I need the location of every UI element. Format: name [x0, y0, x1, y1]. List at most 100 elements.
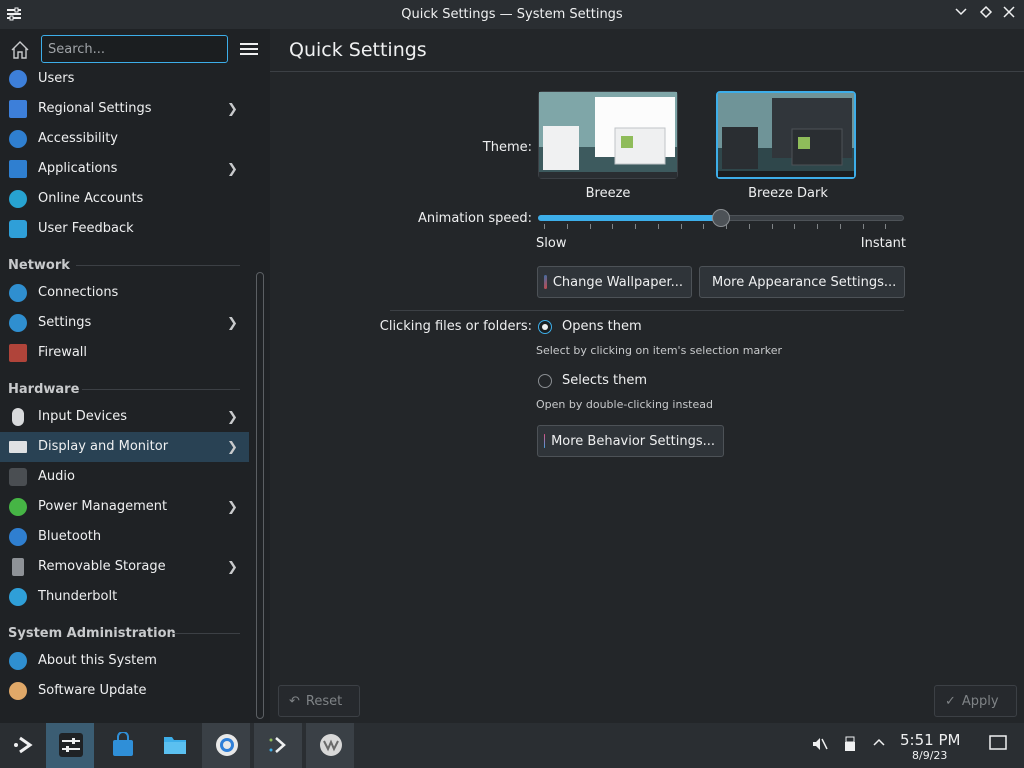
- menu-bar-icon: [240, 53, 258, 55]
- section-divider: [390, 310, 904, 311]
- sidebar-item-firewall[interactable]: Firewall: [0, 338, 249, 368]
- sidebar-item-users[interactable]: Users: [0, 64, 249, 94]
- taskbar-konsole[interactable]: [254, 723, 302, 768]
- clock-date[interactable]: 8/9/23: [912, 749, 947, 762]
- header-divider: [270, 71, 1024, 72]
- sidebar-item-bluetooth[interactable]: Bluetooth: [0, 522, 249, 552]
- accessibility-icon: [9, 130, 27, 148]
- taskbar-system-settings[interactable]: [46, 723, 94, 768]
- globe-icon: [9, 314, 27, 332]
- menu-bar-icon: [240, 48, 258, 50]
- breeze-dark-preview-thumbnail: [718, 93, 854, 177]
- animation-speed-label: Animation speed:: [417, 211, 532, 226]
- more-behavior-settings-button[interactable]: More Behavior Settings...: [537, 425, 724, 457]
- chevron-down-icon: [955, 8, 967, 16]
- sidebar-item-regional-settings[interactable]: Regional Settings ❯: [0, 94, 249, 124]
- settings-app-icon[interactable]: [6, 6, 22, 22]
- taskbar-browser[interactable]: [202, 723, 250, 768]
- clock-time[interactable]: 5:51 PM: [900, 731, 960, 749]
- change-wallpaper-button[interactable]: Change Wallpaper...: [537, 266, 692, 298]
- regional-icon: [9, 100, 27, 118]
- sidebar-scrollbar[interactable]: [256, 272, 264, 719]
- chevron-up-icon: [873, 738, 885, 746]
- slider-tick: [840, 224, 841, 229]
- minimize-button[interactable]: [951, 5, 971, 25]
- sidebar-item-applications[interactable]: Applications ❯: [0, 154, 249, 184]
- sidebar-item-about-this-system[interactable]: About this System: [0, 646, 249, 676]
- taskbar-discover[interactable]: [98, 723, 146, 768]
- sidebar-item-accessibility[interactable]: Accessibility: [0, 124, 249, 154]
- mouse-icon: [12, 408, 24, 426]
- main-content: Quick Settings Theme: Breeze Breeze Dark…: [270, 29, 1024, 723]
- thunderbolt-icon: [9, 588, 27, 606]
- chevron-right-icon: ❯: [227, 440, 238, 455]
- close-button[interactable]: [999, 5, 1019, 25]
- speaker-icon: [9, 468, 27, 486]
- checkmark-icon: ✓: [945, 693, 956, 709]
- sidebar-item-audio[interactable]: Audio: [0, 462, 249, 492]
- theme-name-breeze-dark: Breeze Dark: [748, 186, 828, 201]
- app-launcher-button[interactable]: [0, 723, 48, 768]
- terminal-icon: [269, 737, 286, 753]
- more-appearance-settings-button[interactable]: More Appearance Settings...: [699, 266, 905, 298]
- close-icon: [1003, 6, 1015, 18]
- usb-tray-icon[interactable]: [840, 735, 860, 755]
- usb-glyph: [845, 736, 855, 751]
- opens-them-label[interactable]: Opens them: [562, 319, 642, 334]
- slider-handle[interactable]: [712, 209, 730, 227]
- sidebar-item-power-management[interactable]: Power Management ❯: [0, 492, 249, 522]
- opens-them-radio[interactable]: [538, 320, 552, 334]
- chevron-right-icon: ❯: [227, 410, 238, 425]
- firewall-icon: [9, 344, 27, 362]
- section-divider: [172, 633, 240, 634]
- section-divider: [76, 265, 240, 266]
- bluetooth-icon: [9, 528, 27, 546]
- taskbar-file-manager[interactable]: [150, 723, 198, 768]
- opens-them-hint: Select by clicking on item's selection m…: [536, 344, 782, 357]
- maximize-button[interactable]: [976, 5, 996, 25]
- sidebar-item-thunderbolt[interactable]: Thunderbolt: [0, 582, 249, 612]
- theme-card-breeze[interactable]: [538, 91, 678, 179]
- home-icon[interactable]: [9, 39, 31, 61]
- slider-tick: [681, 224, 682, 229]
- sidebar-item-input-devices[interactable]: Input Devices ❯: [0, 402, 249, 432]
- sidebar-item-online-accounts[interactable]: Online Accounts: [0, 184, 249, 214]
- section-system-administration: System Administration: [8, 626, 176, 641]
- behavior-icon: [544, 434, 546, 448]
- sidebar-item-software-update[interactable]: Software Update: [0, 676, 249, 706]
- feedback-icon: [9, 220, 27, 238]
- window-title: Quick Settings — System Settings: [401, 7, 623, 22]
- tray-expand-button[interactable]: [869, 735, 889, 755]
- slider-min-label: Slow: [536, 236, 567, 251]
- hamburger-menu-button[interactable]: [240, 40, 258, 58]
- sidebar: Users Regional Settings ❯ Accessibility …: [0, 29, 270, 723]
- sidebar-item-user-feedback[interactable]: User Feedback: [0, 214, 249, 244]
- selects-them-label[interactable]: Selects them: [562, 373, 647, 388]
- browser-icon: [216, 734, 238, 756]
- system-settings-icon: [59, 733, 83, 757]
- slider-tick: [612, 224, 613, 229]
- slider-fill: [538, 215, 721, 221]
- sidebar-item-network-settings[interactable]: Settings ❯: [0, 308, 249, 338]
- taskbar-vmware[interactable]: [306, 723, 354, 768]
- apply-button[interactable]: ✓ Apply: [934, 685, 1017, 717]
- undo-icon: ↶: [289, 693, 300, 709]
- selects-them-radio[interactable]: [538, 374, 552, 388]
- theme-name-breeze: Breeze: [585, 186, 631, 201]
- slider-tick: [658, 224, 659, 229]
- sidebar-item-removable-storage[interactable]: Removable Storage ❯: [0, 552, 249, 582]
- sidebar-item-connections[interactable]: Connections: [0, 278, 249, 308]
- online-accounts-icon: [9, 190, 27, 208]
- sidebar-item-display-and-monitor[interactable]: Display and Monitor ❯: [0, 432, 249, 462]
- section-divider: [82, 389, 240, 390]
- show-desktop-button[interactable]: [988, 735, 1008, 755]
- speaker-muted-glyph: [813, 738, 828, 750]
- slider-tick: [544, 224, 545, 229]
- chevron-right-icon: ❯: [227, 560, 238, 575]
- search-input[interactable]: [41, 35, 228, 63]
- taskbar: [0, 723, 1024, 768]
- theme-card-breeze-dark[interactable]: [716, 91, 856, 179]
- selects-them-hint: Open by double-clicking instead: [536, 398, 713, 411]
- volume-muted-icon[interactable]: [810, 735, 830, 755]
- reset-button[interactable]: ↶ Reset: [278, 685, 360, 717]
